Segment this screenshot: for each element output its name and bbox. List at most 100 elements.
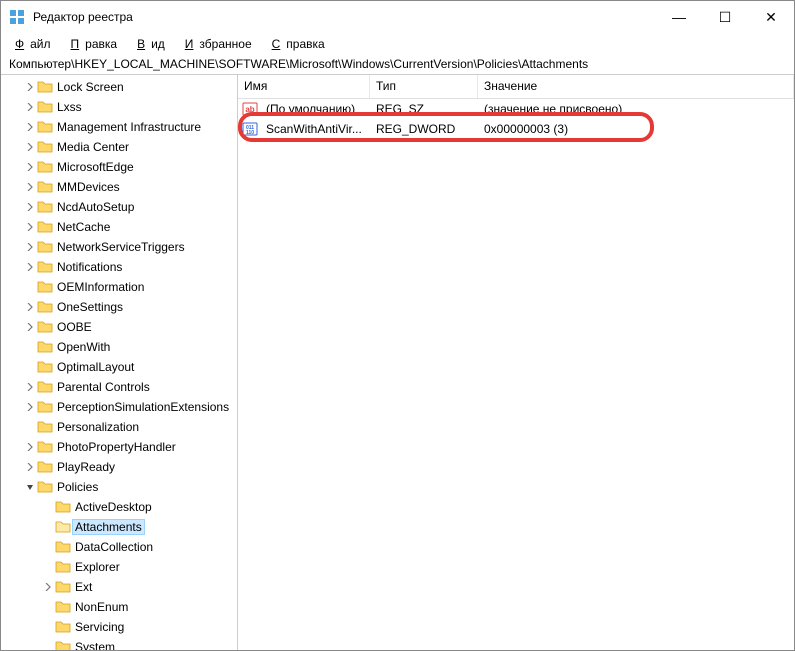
chevron-right-icon[interactable]: [23, 303, 37, 311]
tree-item-onesettings[interactable]: OneSettings: [1, 297, 237, 317]
chevron-right-icon[interactable]: [23, 243, 37, 251]
chevron-right-icon[interactable]: [23, 443, 37, 451]
tree-item-label: OOBE: [57, 320, 92, 334]
tree-item-label: ActiveDesktop: [75, 500, 152, 514]
tree-item-management-infrastructure[interactable]: Management Infrastructure: [1, 117, 237, 137]
folder-icon: [37, 160, 53, 174]
minimize-button[interactable]: —: [656, 1, 702, 33]
tree-item-ncdautosetup[interactable]: NcdAutoSetup: [1, 197, 237, 217]
tree-item-explorer[interactable]: Explorer: [1, 557, 237, 577]
tree-item-optimallayout[interactable]: OptimalLayout: [1, 357, 237, 377]
chevron-right-icon[interactable]: [23, 463, 37, 471]
tree-item-lxss[interactable]: Lxss: [1, 97, 237, 117]
chevron-right-icon[interactable]: [23, 223, 37, 231]
tree-item-oeminformation[interactable]: OEMInformation: [1, 277, 237, 297]
menu-view[interactable]: Вид: [131, 35, 177, 53]
tree-item-label: MicrosoftEdge: [57, 160, 134, 174]
tree-item-notifications[interactable]: Notifications: [1, 257, 237, 277]
chevron-down-icon[interactable]: [23, 483, 37, 491]
tree-item-activedesktop[interactable]: ActiveDesktop: [1, 497, 237, 517]
folder-icon: [37, 100, 53, 114]
tree-item-label: NonEnum: [75, 600, 128, 614]
tree-item-lock-screen[interactable]: Lock Screen: [1, 77, 237, 97]
window-title: Редактор реестра: [33, 10, 656, 24]
menu-favorites[interactable]: Избранное: [179, 35, 264, 53]
menu-file[interactable]: Файл: [9, 35, 63, 53]
folder-icon: [37, 400, 53, 414]
tree-item-label: Lxss: [57, 100, 82, 114]
tree-item-label: OEMInformation: [57, 280, 144, 294]
tree-item-networkservicetriggers[interactable]: NetworkServiceTriggers: [1, 237, 237, 257]
folder-icon: [55, 620, 71, 634]
value-row[interactable]: ab(По умолчанию)REG_SZ(значение не присв…: [238, 99, 794, 119]
chevron-right-icon[interactable]: [23, 323, 37, 331]
menu-edit[interactable]: Правка: [65, 35, 130, 53]
close-button[interactable]: ✕: [748, 1, 794, 33]
chevron-right-icon[interactable]: [23, 163, 37, 171]
tree-item-label: MMDevices: [57, 180, 120, 194]
tree-item-openwith[interactable]: OpenWith: [1, 337, 237, 357]
tree-item-label: Policies: [57, 480, 98, 494]
chevron-right-icon[interactable]: [23, 103, 37, 111]
cell-value: (значение не присвоено): [478, 102, 794, 116]
registry-editor-window: Редактор реестра — ☐ ✕ Файл Правка Вид И…: [0, 0, 795, 651]
chevron-right-icon[interactable]: [23, 123, 37, 131]
chevron-right-icon[interactable]: [23, 383, 37, 391]
tree-item-media-center[interactable]: Media Center: [1, 137, 237, 157]
tree-item-servicing[interactable]: Servicing: [1, 617, 237, 637]
titlebar[interactable]: Редактор реестра — ☐ ✕: [1, 1, 794, 33]
string-value-icon: ab: [242, 101, 258, 117]
folder-icon: [37, 320, 53, 334]
tree-item-label: Explorer: [75, 560, 120, 574]
chevron-right-icon[interactable]: [23, 403, 37, 411]
tree-item-label: Media Center: [57, 140, 129, 154]
col-header-value[interactable]: Значение: [478, 75, 794, 98]
list-header[interactable]: Имя Тип Значение: [238, 75, 794, 99]
tree-item-oobe[interactable]: OOBE: [1, 317, 237, 337]
cell-value: 0x00000003 (3): [478, 122, 794, 136]
tree-item-label: PhotoPropertyHandler: [57, 440, 176, 454]
tree-item-parental-controls[interactable]: Parental Controls: [1, 377, 237, 397]
list-body[interactable]: ab(По умолчанию)REG_SZ(значение не присв…: [238, 99, 794, 650]
tree-item-label: Ext: [75, 580, 92, 594]
tree-item-microsoftedge[interactable]: MicrosoftEdge: [1, 157, 237, 177]
tree-item-nonenum[interactable]: NonEnum: [1, 597, 237, 617]
value-row[interactable]: 011110ScanWithAntiVir...REG_DWORD0x00000…: [238, 119, 794, 139]
tree-item-label: Servicing: [75, 620, 124, 634]
tree-item-perceptionsimulationextensions[interactable]: PerceptionSimulationExtensions: [1, 397, 237, 417]
col-header-name[interactable]: Имя: [238, 75, 370, 98]
chevron-right-icon[interactable]: [23, 183, 37, 191]
tree-item-netcache[interactable]: NetCache: [1, 217, 237, 237]
key-tree[interactable]: Lock Screen Lxss Management Infrastructure…: [1, 75, 238, 650]
chevron-right-icon[interactable]: [23, 143, 37, 151]
tree-item-system[interactable]: System: [1, 637, 237, 650]
maximize-button[interactable]: ☐: [702, 1, 748, 33]
tree-item-ext[interactable]: Ext: [1, 577, 237, 597]
folder-icon: [37, 240, 53, 254]
folder-icon: [37, 180, 53, 194]
chevron-right-icon[interactable]: [23, 203, 37, 211]
folder-icon: [55, 520, 71, 534]
folder-icon: [37, 340, 53, 354]
folder-icon: [37, 200, 53, 214]
svg-text:ab: ab: [245, 105, 254, 114]
chevron-right-icon[interactable]: [23, 83, 37, 91]
tree-item-playready[interactable]: PlayReady: [1, 457, 237, 477]
tree-item-label: PerceptionSimulationExtensions: [57, 400, 229, 414]
tree-item-datacollection[interactable]: DataCollection: [1, 537, 237, 557]
menu-help[interactable]: Справка: [266, 35, 337, 53]
folder-icon: [37, 120, 53, 134]
chevron-right-icon[interactable]: [23, 263, 37, 271]
chevron-right-icon[interactable]: [41, 583, 55, 591]
tree-item-label: PlayReady: [57, 460, 115, 474]
tree-item-photopropertyhandler[interactable]: PhotoPropertyHandler: [1, 437, 237, 457]
tree-item-label: NetCache: [57, 220, 110, 234]
tree-item-personalization[interactable]: Personalization: [1, 417, 237, 437]
tree-item-attachments[interactable]: Attachments: [1, 517, 237, 537]
tree-item-label: NetworkServiceTriggers: [57, 240, 185, 254]
tree-item-label: Personalization: [57, 420, 139, 434]
address-bar[interactable]: Компьютер\HKEY_LOCAL_MACHINE\SOFTWARE\Mi…: [1, 55, 794, 75]
tree-item-policies[interactable]: Policies: [1, 477, 237, 497]
col-header-type[interactable]: Тип: [370, 75, 478, 98]
tree-item-mmdevices[interactable]: MMDevices: [1, 177, 237, 197]
